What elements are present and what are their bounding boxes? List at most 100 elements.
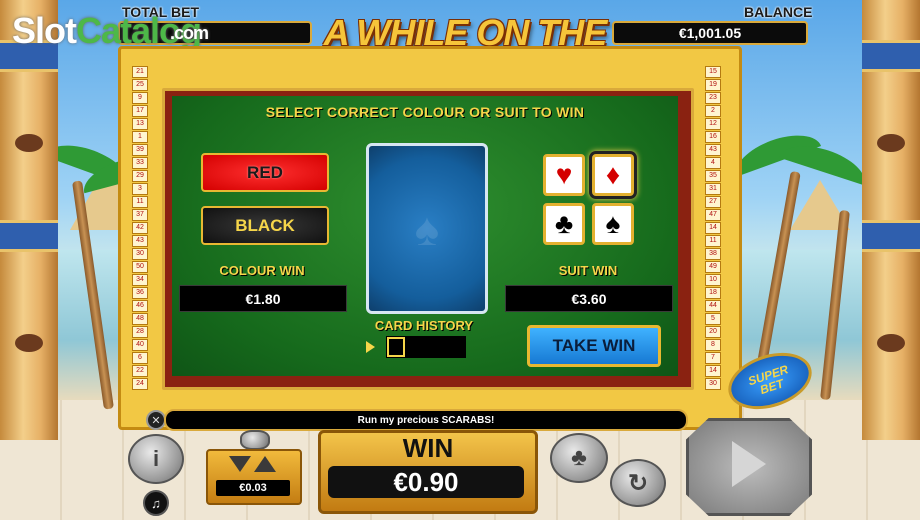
payline-indicators-right: 15 19 23 2 12 16 43 4 35 31 27 47 14 11 38 49 10 18 44 5 20 8…	[705, 66, 721, 396]
info-icon: i	[152, 446, 160, 471]
info-button[interactable]: i	[128, 434, 184, 484]
win-label: WIN	[402, 433, 454, 463]
close-glyph: ✕	[151, 414, 161, 427]
black-button-label: BLACK	[235, 215, 295, 235]
close-icon[interactable]: ✕	[146, 410, 166, 430]
payline-indicator: 23	[705, 92, 721, 104]
colour-win-label: COLOUR WIN	[219, 263, 305, 278]
sound-button[interactable]: ♫	[143, 490, 169, 516]
payline-indicator: 10	[705, 274, 721, 286]
bet-increase-icon[interactable]	[254, 456, 276, 472]
balance-box: €1,001.05	[612, 21, 808, 45]
pillar-left	[0, 0, 58, 440]
payline-indicator: 28	[132, 326, 148, 338]
payline-indicator: 8	[705, 339, 721, 351]
play-icon	[732, 441, 766, 487]
club-icon: ♣	[571, 444, 587, 471]
payline-indicator: 38	[705, 248, 721, 260]
take-win-button[interactable]: TAKE WIN	[527, 325, 661, 367]
card-back-pattern-icon: ♠	[414, 202, 440, 255]
payline-indicator: 3	[132, 183, 148, 195]
black-button[interactable]: BLACK	[201, 206, 329, 245]
card-history-slot	[387, 337, 405, 357]
payline-indicator: 4	[705, 157, 721, 169]
watermark-suffix-wrap: .com	[170, 6, 209, 48]
bet-value: €0.03	[239, 482, 267, 494]
payline-indicator: 1	[132, 131, 148, 143]
colour-win-value: €1.80	[245, 290, 281, 307]
spades-suit-button[interactable]: ♠	[592, 203, 634, 245]
message-bar: Run my precious SCARABS!	[164, 409, 688, 431]
pillar-right	[862, 0, 920, 440]
payline-indicator: 5	[705, 313, 721, 325]
payline-indicator: 48	[132, 313, 148, 325]
red-button-label: RED	[247, 162, 283, 182]
watermark-suffix: .com	[170, 23, 209, 43]
payline-indicator: 14	[705, 222, 721, 234]
hearts-suit-button[interactable]: ♥	[543, 154, 585, 196]
payline-indicator: 29	[132, 170, 148, 182]
payline-indicator: 13	[132, 118, 148, 130]
card-back: ♠	[366, 143, 488, 314]
payline-indicator: 50	[132, 261, 148, 273]
history-arrow-icon	[366, 341, 375, 353]
payline-indicator: 11	[705, 235, 721, 247]
autoplay-icon: ↻	[627, 469, 649, 497]
win-value: €0.90	[393, 466, 459, 497]
red-button[interactable]: RED	[201, 153, 329, 192]
payline-indicator: 9	[132, 92, 148, 104]
suit-win-value-box: €3.60	[505, 285, 673, 312]
message-text: Run my precious SCARABS!	[357, 414, 495, 426]
take-win-label: TAKE WIN	[552, 336, 636, 355]
payline-indicator: 43	[705, 144, 721, 156]
payline-indicator: 6	[132, 352, 148, 364]
payline-indicator: 47	[705, 209, 721, 221]
payline-indicator: 34	[132, 274, 148, 286]
payline-indicator: 44	[705, 300, 721, 312]
spades-icon: ♠	[605, 208, 621, 239]
diamonds-suit-button[interactable]: ♦	[592, 154, 634, 196]
card-history-label: CARD HISTORY	[374, 318, 474, 333]
payline-indicator: 43	[132, 235, 148, 247]
payline-indicator: 46	[132, 300, 148, 312]
payline-indicator: 27	[705, 196, 721, 208]
bet-decrease-icon[interactable]	[229, 456, 251, 472]
hearts-icon: ♥	[555, 159, 573, 190]
gamble-button[interactable]: ♣	[550, 433, 608, 483]
payline-indicator: 30	[132, 248, 148, 260]
music-note-icon: ♫	[151, 495, 161, 511]
payline-indicator: 17	[132, 105, 148, 117]
clubs-suit-button[interactable]: ♣	[543, 203, 585, 245]
payline-indicator: 36	[132, 287, 148, 299]
watermark-part1: Slot	[12, 10, 77, 51]
payline-indicator: 30	[705, 378, 721, 390]
payline-indicator: 35	[705, 170, 721, 182]
payline-indicator: 7	[705, 352, 721, 364]
payline-indicator: 42	[132, 222, 148, 234]
payline-indicator: 20	[705, 326, 721, 338]
payline-indicator: 12	[705, 118, 721, 130]
payline-indicators-left: 21 25 9 17 13 1 39 33 29 3 11 37 42 43 30 50 34 36 46 48 28 4…	[132, 66, 148, 396]
payline-indicator: 40	[132, 339, 148, 351]
coin-stack-icon	[240, 430, 270, 450]
payline-indicator: 49	[705, 261, 721, 273]
bet-value-box: €0.03	[216, 480, 290, 496]
payline-indicator: 31	[705, 183, 721, 195]
payline-indicator: 2	[705, 105, 721, 117]
suit-win-label: SUIT WIN	[558, 263, 618, 278]
balance-value: €1,001.05	[678, 25, 742, 41]
payline-indicator: 18	[705, 287, 721, 299]
payline-indicator: 21	[132, 66, 148, 78]
payline-indicator: 39	[132, 144, 148, 156]
payline-indicator: 19	[705, 79, 721, 91]
balance-label: BALANCE	[744, 4, 813, 20]
autoplay-button[interactable]: ↻	[610, 459, 666, 507]
payline-indicator: 24	[132, 378, 148, 390]
payline-indicator: 25	[132, 79, 148, 91]
payline-indicator: 16	[705, 131, 721, 143]
payline-indicator: 14	[705, 365, 721, 377]
payline-indicator: 22	[132, 365, 148, 377]
suit-win-value: €3.60	[571, 290, 607, 307]
clubs-icon: ♣	[554, 208, 574, 239]
diamonds-icon: ♦	[605, 159, 621, 190]
